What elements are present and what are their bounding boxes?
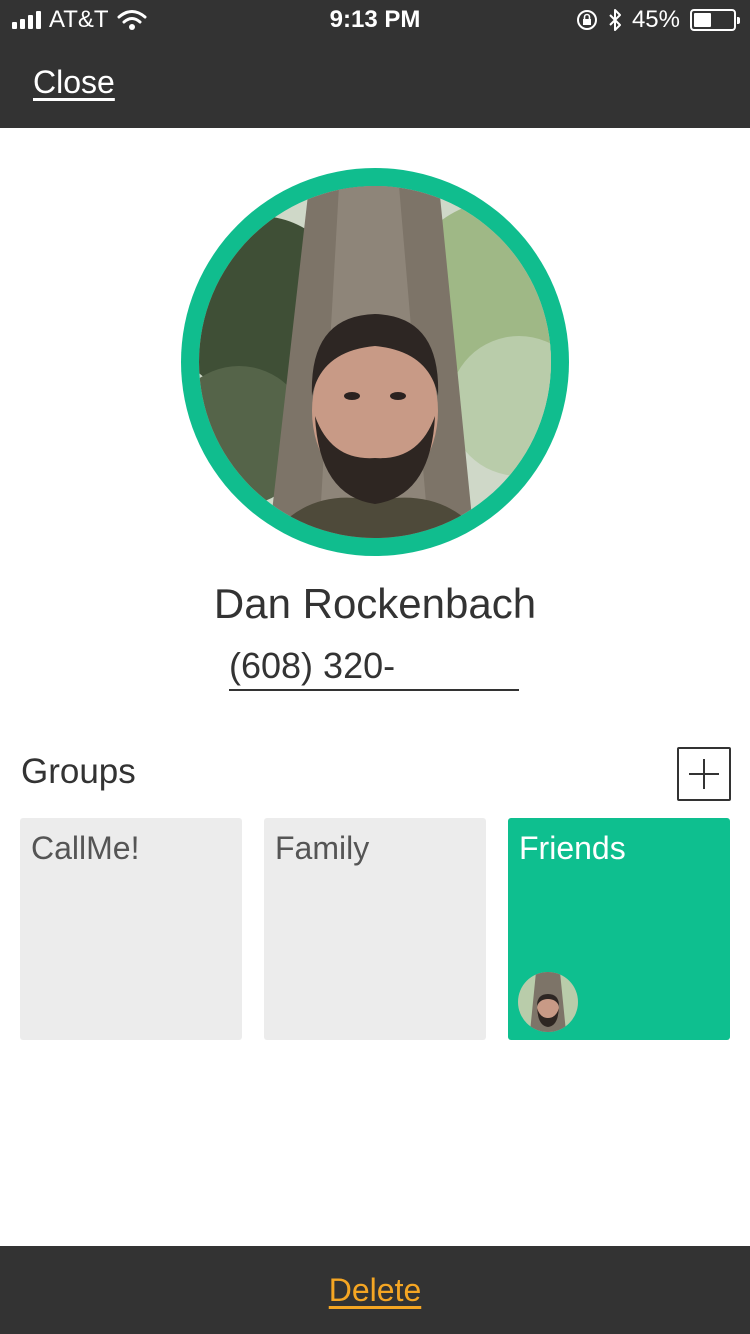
group-tile-friends[interactable]: Friends (508, 818, 730, 1040)
plus-icon (689, 759, 719, 789)
group-tile-callme[interactable]: CallMe! (20, 818, 242, 1040)
status-bar: AT&T 9:13 PM 45% (0, 0, 750, 40)
status-right: 45% (576, 6, 740, 34)
contact-phone-link[interactable]: (608) 320- (229, 645, 519, 691)
bottom-bar: Delete (0, 1246, 750, 1334)
battery-percent: 45% (631, 6, 680, 33)
contact-photo (199, 186, 551, 538)
close-button[interactable]: Close (33, 64, 115, 101)
rotation-lock-icon (576, 10, 597, 30)
delete-button[interactable]: Delete (0, 1272, 750, 1309)
group-tile-label: Friends (519, 830, 626, 866)
group-tile-label: CallMe! (31, 830, 140, 866)
contact-name: Dan Rockenbach (213, 580, 537, 627)
add-group-button[interactable] (677, 747, 731, 801)
top-bar: AT&T 9:13 PM 45% Close (0, 0, 750, 128)
contact-avatar (181, 168, 569, 556)
groups-heading: Groups (21, 752, 136, 791)
group-tile-label: Family (275, 830, 370, 866)
group-tile-family[interactable]: Family (264, 818, 486, 1040)
bluetooth-icon (609, 9, 621, 31)
member-avatar (518, 972, 578, 1032)
battery-icon (690, 9, 740, 31)
